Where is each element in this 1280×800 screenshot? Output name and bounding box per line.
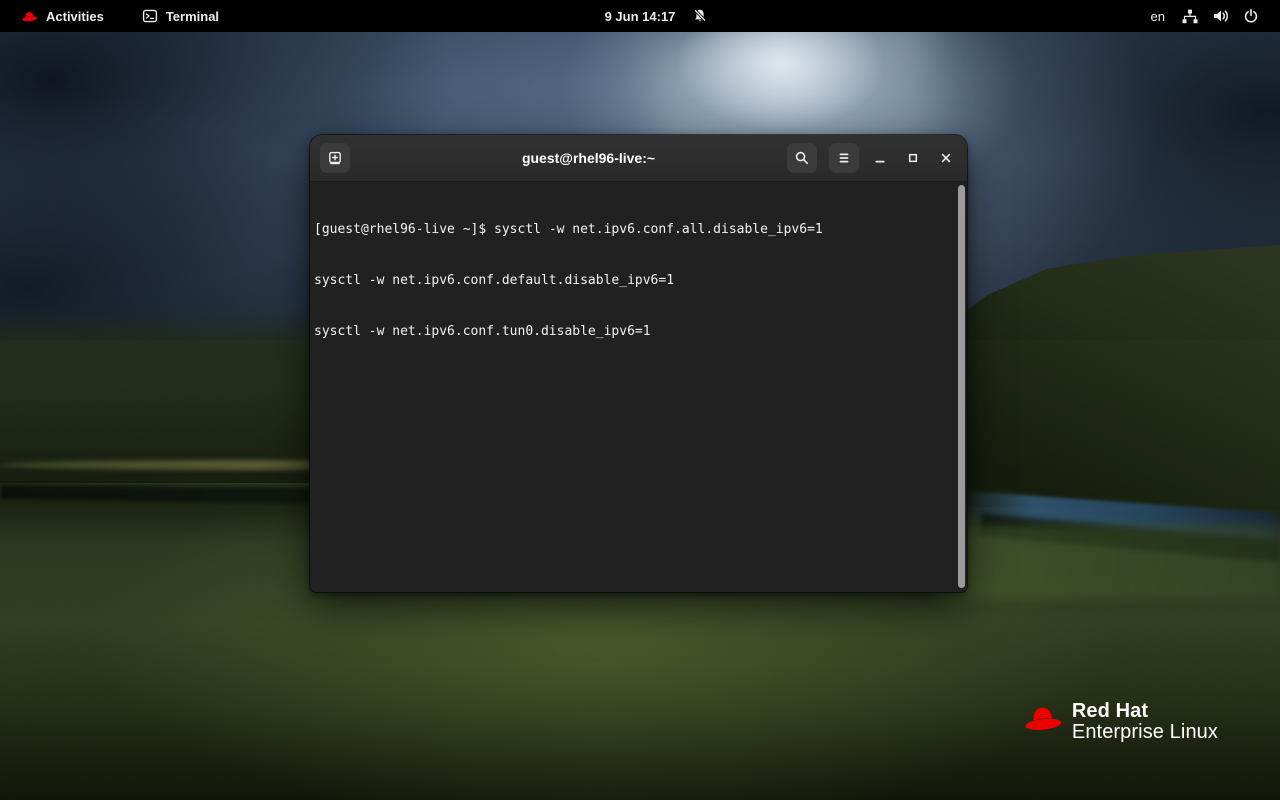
brand-name: Red Hat [1072,701,1218,722]
product-name: Enterprise Linux [1072,722,1218,743]
desktop: Activities Terminal 9 Jun 14:17 [0,0,1280,800]
focused-app-label: Terminal [166,9,219,24]
terminal-window: guest@rhel96-live:~ [310,135,967,592]
activities-button[interactable]: Activities [14,0,111,32]
clock-button[interactable]: 9 Jun 14:17 [598,0,683,32]
notifications-disabled-icon [692,8,708,24]
search-icon [794,150,810,166]
new-tab-button[interactable] [320,143,350,173]
topbar-right: en [1144,0,1280,32]
brand-text: Red Hat Enterprise Linux [1072,701,1218,743]
window-titlebar[interactable]: guest@rhel96-live:~ [310,135,967,182]
keyboard-layout-button[interactable]: en [1144,0,1172,32]
system-menu-button[interactable] [1172,0,1268,32]
network-wired-icon [1181,9,1199,24]
clock-label: 9 Jun 14:17 [605,9,676,24]
hamburger-menu-icon [836,150,852,166]
rhel-branding: Red Hat Enterprise Linux [1023,701,1218,743]
minimize-button[interactable] [868,143,892,173]
focused-app-menu[interactable]: Terminal [135,0,226,32]
terminal-line: sysctl -w net.ipv6.conf.tun0.disable_ipv… [314,323,953,340]
terminal-line: [guest@rhel96-live ~]$ sysctl -w net.ipv… [314,221,953,238]
menu-button[interactable] [829,143,859,173]
terminal-content[interactable]: [guest@rhel96-live ~]$ sysctl -w net.ipv… [310,182,967,592]
scrollbar-thumb[interactable] [958,185,965,588]
close-icon [938,150,954,166]
maximize-icon [905,150,921,166]
terminal-app-icon [142,8,158,24]
minimize-icon [872,150,888,166]
window-title: guest@rhel96-live:~ [410,135,767,181]
search-button[interactable] [787,143,817,173]
power-icon [1243,8,1259,24]
redhat-logo-icon [21,10,38,23]
new-tab-icon [327,150,343,166]
volume-icon [1212,8,1230,24]
keyboard-layout-label: en [1151,9,1165,24]
maximize-button[interactable] [901,143,925,173]
redhat-fedora-logo [1023,704,1063,733]
titlebar-controls [775,143,958,173]
terminal-line: sysctl -w net.ipv6.conf.default.disable_… [314,272,953,289]
topbar-center: 9 Jun 14:17 [598,0,683,32]
topbar-left: Activities Terminal [0,0,226,32]
top-bar: Activities Terminal 9 Jun 14:17 [0,0,1280,32]
activities-label: Activities [46,9,104,24]
close-button[interactable] [934,143,958,173]
